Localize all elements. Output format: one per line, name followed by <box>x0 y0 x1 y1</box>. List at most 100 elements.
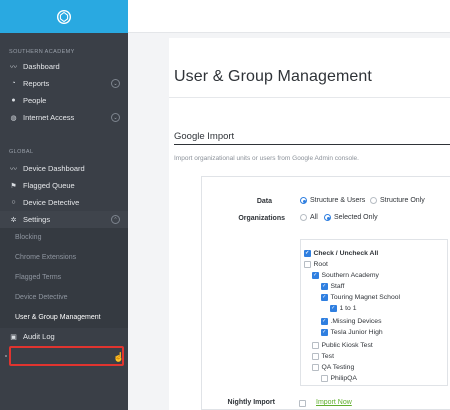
checkbox-icon: ✓ <box>312 272 319 279</box>
radio-icon <box>324 214 331 221</box>
section-description: Import organizational units or users fro… <box>174 155 359 162</box>
section-heading: Google Import <box>174 131 235 142</box>
chevron-down-icon[interactable]: ⌄ <box>111 79 120 88</box>
settings-sub-flagged-terms[interactable]: Flagged Terms <box>0 268 128 288</box>
sidebar-item-label: Internet Access <box>23 113 75 122</box>
radio-label: Selected Only <box>334 214 378 221</box>
sidebar-item-label: Audit Log <box>23 332 55 341</box>
sidebar-item-device-detective[interactable]: ○ Device Detective <box>0 194 128 211</box>
checkbox-icon: ✓ <box>321 318 328 325</box>
section-underline <box>174 144 450 145</box>
checkbox-icon <box>304 261 311 268</box>
nightly-import-checkbox[interactable] <box>299 400 306 407</box>
checkbox-icon: ✓ <box>304 250 311 257</box>
tree-item-missing-devices[interactable]: ✓ .Missing Devices <box>321 316 382 327</box>
tree-item-touring-magnet[interactable]: ✓ Touring Magnet School <box>321 292 400 303</box>
tree-item-public-kiosk[interactable]: Public Kiosk Test <box>312 340 373 351</box>
tree-item-label: Test <box>321 353 334 360</box>
radio-structure-users[interactable]: Structure & Users <box>300 197 365 204</box>
tree-item-label: Check / Uncheck All <box>313 250 379 257</box>
radio-selected-only[interactable]: Selected Only <box>324 214 378 221</box>
globe-icon: ◍ <box>10 114 17 122</box>
tree-item-1-to-1[interactable]: ✓ 1 to 1 <box>330 303 357 314</box>
activity-icon: 〰 <box>10 165 17 173</box>
flag-icon: ⚑ <box>10 182 17 190</box>
sidebar-item-device-dashboard[interactable]: 〰 Device Dashboard <box>0 160 128 177</box>
app-logo-icon <box>56 9 72 24</box>
organizations-label: Organizations <box>238 215 285 222</box>
sidebar-item-label: Device Detective <box>23 198 80 207</box>
tree-item-label: Root <box>313 261 328 268</box>
tree-item-tesla[interactable]: ✓ Tesla Junior High <box>321 327 383 338</box>
search-icon: ○ <box>11 199 16 206</box>
data-label: Data <box>256 198 272 205</box>
sidebar-item-label: Settings <box>23 215 51 224</box>
tree-item-southern-academy[interactable]: ✓ Southern Academy <box>312 270 379 281</box>
checkbox-icon <box>312 364 319 371</box>
sidebar-item-reports[interactable]: ◔ Reports ⌄ <box>0 75 128 92</box>
org-tree[interactable]: ✓ Check / Uncheck All Root ✓ Southern Ac… <box>300 239 448 386</box>
tree-item-label: QA Testing <box>321 364 355 371</box>
settings-sub-device-detective[interactable]: Device Detective <box>0 288 128 308</box>
pie-chart-icon: ◔ <box>11 80 16 87</box>
sidebar-item-flagged-queue[interactable]: ⚑ Flagged Queue <box>0 177 128 194</box>
chevron-down-icon[interactable]: ⌄ <box>111 113 120 122</box>
main-panel: User & Group Management Google Import Im… <box>169 38 450 410</box>
sidebar-item-dashboard[interactable]: 〰 Dashboard <box>0 58 128 75</box>
checkbox-icon: ✓ <box>330 305 337 312</box>
tree-item-philipqa[interactable]: PhilipQA <box>321 373 357 384</box>
radio-structure-only[interactable]: Structure Only <box>370 197 425 204</box>
checkbox-icon: ✓ <box>321 294 328 301</box>
page-title: User & Group Management <box>174 68 372 85</box>
settings-sub-chrome-extensions[interactable]: Chrome Extensions <box>0 248 128 268</box>
tree-item-label: Southern Academy <box>321 272 379 279</box>
top-bar <box>128 0 450 33</box>
tree-item-label: PhilipQA <box>330 375 357 382</box>
checkbox-icon <box>312 353 319 360</box>
tree-item-label: Touring Magnet School <box>330 294 401 301</box>
import-form: Data Structure & Users Structure Only Or… <box>201 176 450 410</box>
sidebar-item-label: Reports <box>23 79 50 88</box>
tree-item-label: Tesla Junior High <box>330 329 383 336</box>
divider <box>169 97 450 98</box>
section-title-southern-academy: SOUTHERN ACADEMY <box>9 49 75 55</box>
logo-bar <box>0 0 128 33</box>
tree-item-staff[interactable]: ✓ Staff <box>321 281 344 292</box>
active-indicator <box>5 355 7 357</box>
tree-item-label: Public Kiosk Test <box>321 342 373 349</box>
sidebar-item-audit-log[interactable]: ▣ Audit Log <box>0 328 128 345</box>
checkbox-icon <box>321 375 328 382</box>
tree-item-check-all[interactable]: ✓ Check / Uncheck All <box>304 248 378 259</box>
gear-icon: ✲ <box>10 216 17 224</box>
tree-item-test[interactable]: Test <box>312 351 334 362</box>
chevron-up-icon[interactable]: ⌃ <box>111 215 120 224</box>
hand-cursor-icon: ☝ <box>113 352 125 362</box>
tree-item-root[interactable]: Root <box>304 259 328 270</box>
radio-all[interactable]: All <box>300 214 318 221</box>
section-title-global: GLOBAL <box>9 149 34 155</box>
radio-icon <box>300 214 307 221</box>
sidebar-item-internet-access[interactable]: ◍ Internet Access ⌄ <box>0 109 128 126</box>
checkbox-icon: ✓ <box>321 329 328 336</box>
radio-icon <box>370 197 377 204</box>
highlight-box <box>9 346 124 366</box>
sidebar-item-label: Flagged Queue <box>23 181 75 190</box>
radio-label: All <box>310 214 318 221</box>
radio-icon <box>300 197 307 204</box>
tree-item-label: Staff <box>330 283 345 290</box>
settings-sub-user-group-management[interactable]: User & Group Management <box>0 308 128 328</box>
sidebar-item-people[interactable]: ● People <box>0 92 128 109</box>
sidebar-item-label: People <box>23 96 47 105</box>
checkbox-icon: ✓ <box>321 283 328 290</box>
import-now-link[interactable]: Import Now <box>316 399 352 406</box>
nightly-import-label: Nightly Import <box>227 399 275 406</box>
tree-item-qa-testing[interactable]: QA Testing <box>312 362 354 373</box>
sidebar-item-label: Device Dashboard <box>23 164 85 173</box>
document-icon: ▣ <box>10 333 17 341</box>
settings-sub-blocking[interactable]: Blocking <box>0 228 128 248</box>
user-icon: ● <box>11 97 16 104</box>
sidebar-item-settings[interactable]: ✲ Settings ⌃ <box>0 211 128 228</box>
sidebar-item-label: Dashboard <box>23 62 60 71</box>
radio-label: Structure Only <box>380 197 425 204</box>
activity-icon: 〰 <box>10 63 17 71</box>
